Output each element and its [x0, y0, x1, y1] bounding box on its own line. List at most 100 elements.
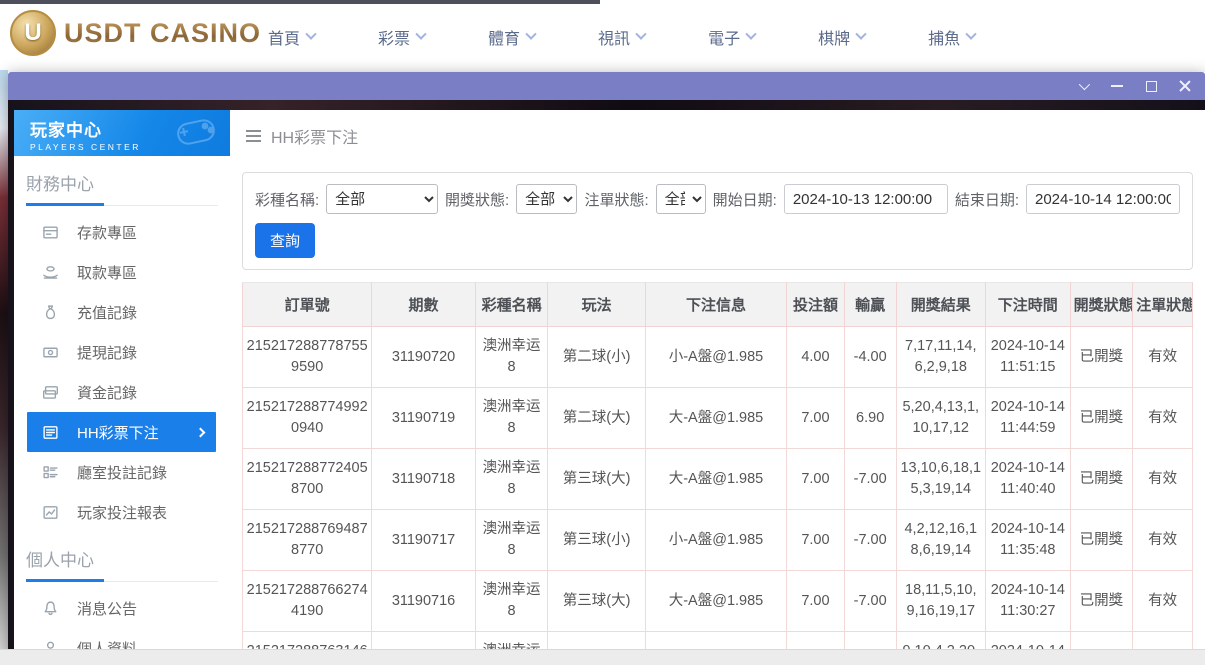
sidebar-item-bell[interactable]: 消息公告: [14, 588, 230, 628]
sidebar-section-title: 財務中心: [26, 170, 218, 195]
filter-date-input-5[interactable]: [1026, 184, 1180, 214]
sidebar-item-lottery[interactable]: HH彩票下注: [27, 412, 216, 452]
cell-bet-amount: 7.00: [787, 510, 845, 571]
window-close-button[interactable]: [1173, 76, 1197, 96]
cell-bet-time: 2024-10-14 11:35:48: [986, 510, 1071, 571]
cell-win-loss: -7.00: [844, 449, 896, 510]
cell-lottery-name: 澳洲幸运8: [475, 449, 548, 510]
brand-name: USDT CASINO: [64, 18, 261, 49]
filter-panel: 彩種名稱:全部開獎狀態:全部注單狀態:全部開始日期:結束日期: 查詢: [242, 172, 1193, 270]
filter-select-3[interactable]: 全部: [656, 184, 706, 214]
window-minimize-button[interactable]: [1105, 76, 1129, 96]
main-content: HH彩票下注 彩種名稱:全部開獎狀態:全部注單狀態:全部開始日期:結束日期: 查…: [230, 110, 1205, 649]
cell-play-type: 第二球(小): [548, 327, 645, 388]
sidebar-item-hall-records[interactable]: 廳室投註記錄: [14, 452, 230, 492]
cell-period: 31190718: [372, 449, 475, 510]
cashout-icon: [42, 344, 59, 361]
menu-icon[interactable]: [246, 130, 261, 142]
cell-play-type: 第三球(大): [548, 449, 645, 510]
cell-lottery-name: 澳洲幸运8: [475, 388, 548, 449]
cell-bet-time: 2024-10-14 11:40:40: [986, 449, 1071, 510]
window-collapse-button[interactable]: [1071, 76, 1095, 96]
filter-label-3: 注單狀態:: [584, 189, 648, 210]
filter-select-1[interactable]: 全部: [326, 184, 438, 214]
chevron-down-icon: [415, 29, 426, 40]
nav-item-2[interactable]: 彩票: [378, 25, 425, 49]
recharge-icon: [42, 304, 59, 321]
section-divider: [26, 579, 218, 582]
sidebar-item-label: 資金記錄: [77, 382, 137, 403]
filter-row: 彩種名稱:全部開獎狀態:全部注單狀態:全部開始日期:結束日期:: [255, 184, 1180, 214]
window-titlebar: [8, 72, 1205, 100]
chevron-down-icon: [745, 29, 756, 40]
sidebar: 玩家中心 PLAYERS CENTER 財務中心存款專區取款專區充值記錄提現記錄…: [14, 110, 230, 649]
cell-order-status: 有效: [1133, 510, 1193, 571]
maximize-icon: [1146, 81, 1157, 92]
filter-select-2[interactable]: 全部: [516, 184, 577, 214]
sidebar-item-withdraw[interactable]: 取款專區: [14, 252, 230, 292]
cell-order-status: 有效: [1133, 632, 1193, 649]
sidebar-item-person[interactable]: 個人資料: [14, 628, 230, 649]
site-logo[interactable]: U USDT CASINO: [10, 10, 261, 56]
chevron-down-icon: [1079, 79, 1090, 90]
sidebar-item-label: 提現記錄: [77, 342, 137, 363]
deposit-icon: [42, 224, 59, 241]
close-icon: [1179, 80, 1191, 92]
cell-win-loss: 6.90: [844, 632, 896, 649]
nav-item-3[interactable]: 體育: [488, 25, 535, 49]
nav-item-label: 體育: [488, 25, 520, 49]
nav-item-4[interactable]: 視訊: [598, 25, 645, 49]
site-header: U USDT CASINO 首頁 彩票 體育 視訊 電子 棋牌 捕魚: [0, 4, 1205, 70]
sidebar-item-funds[interactable]: 資金記錄: [14, 372, 230, 412]
chevron-down-icon: [855, 29, 866, 40]
cell-order-no: 2152172887787559590: [243, 327, 372, 388]
col-header-period: 期數: [372, 283, 475, 327]
nav-item-1[interactable]: 首頁: [268, 25, 315, 49]
cell-play-type: 第三球(小): [548, 510, 645, 571]
table-row: 215217288763146031031190715澳洲幸运8第一球(小)小-…: [243, 632, 1193, 649]
cell-bet-time: 2024-10-14 11:25:14: [986, 632, 1071, 649]
cell-draw-status: 已開獎: [1070, 571, 1133, 632]
cell-order-status: 有效: [1133, 571, 1193, 632]
cell-bet-amount: 7.00: [787, 388, 845, 449]
cell-bet-time: 2024-10-14 11:51:15: [986, 327, 1071, 388]
cell-period: 31190717: [372, 510, 475, 571]
cell-draw-status: 已開獎: [1070, 327, 1133, 388]
cell-play-type: 第二球(大): [548, 388, 645, 449]
nav-item-6[interactable]: 棋牌: [818, 25, 865, 49]
col-header-play-type: 玩法: [548, 283, 645, 327]
filter-date-input-4[interactable]: [784, 184, 948, 214]
cell-bet-time: 2024-10-14 11:30:27: [986, 571, 1071, 632]
cell-bet-info: 大-A盤@1.985: [645, 449, 786, 510]
person-icon: [42, 640, 59, 650]
nav-item-7[interactable]: 捕魚: [928, 25, 975, 49]
sidebar-item-recharge[interactable]: 充值記錄: [14, 292, 230, 332]
report-icon: [42, 504, 59, 521]
funds-icon: [42, 384, 59, 401]
sidebar-item-label: 存款專區: [77, 222, 137, 243]
nav-item-label: 電子: [708, 25, 740, 49]
nav-item-label: 視訊: [598, 25, 630, 49]
cell-bet-info: 大-A盤@1.985: [645, 571, 786, 632]
nav-item-5[interactable]: 電子: [708, 25, 755, 49]
cell-lottery-name: 澳洲幸运8: [475, 571, 548, 632]
cell-bet-amount: 7.00: [787, 571, 845, 632]
withdraw-icon: [42, 264, 59, 281]
col-header-win-loss: 輸贏: [844, 283, 896, 327]
window-body: 玩家中心 PLAYERS CENTER 財務中心存款專區取款專區充值記錄提現記錄…: [8, 100, 1205, 665]
cell-order-no: 2152172887749920940: [243, 388, 372, 449]
sidebar-item-deposit[interactable]: 存款專區: [14, 212, 230, 252]
background-image-strip: [0, 70, 8, 650]
col-header-bet-amount: 投注額: [787, 283, 845, 327]
cell-period: 31190720: [372, 327, 475, 388]
nav-item-label: 首頁: [268, 25, 300, 49]
sidebar-item-cashout[interactable]: 提現記錄: [14, 332, 230, 372]
sidebar-item-report[interactable]: 玩家投注報表: [14, 492, 230, 532]
query-button[interactable]: 查詢: [255, 223, 315, 258]
filter-label-4: 開始日期:: [713, 189, 777, 210]
window-maximize-button[interactable]: [1139, 76, 1163, 96]
breadcrumb: HH彩票下注: [230, 110, 1205, 158]
table-row: 215217288778755959031190720澳洲幸运8第二球(小)小-…: [243, 327, 1193, 388]
table-row: 215217288774992094031190719澳洲幸运8第二球(大)大-…: [243, 388, 1193, 449]
page-title: HH彩票下注: [271, 124, 358, 148]
